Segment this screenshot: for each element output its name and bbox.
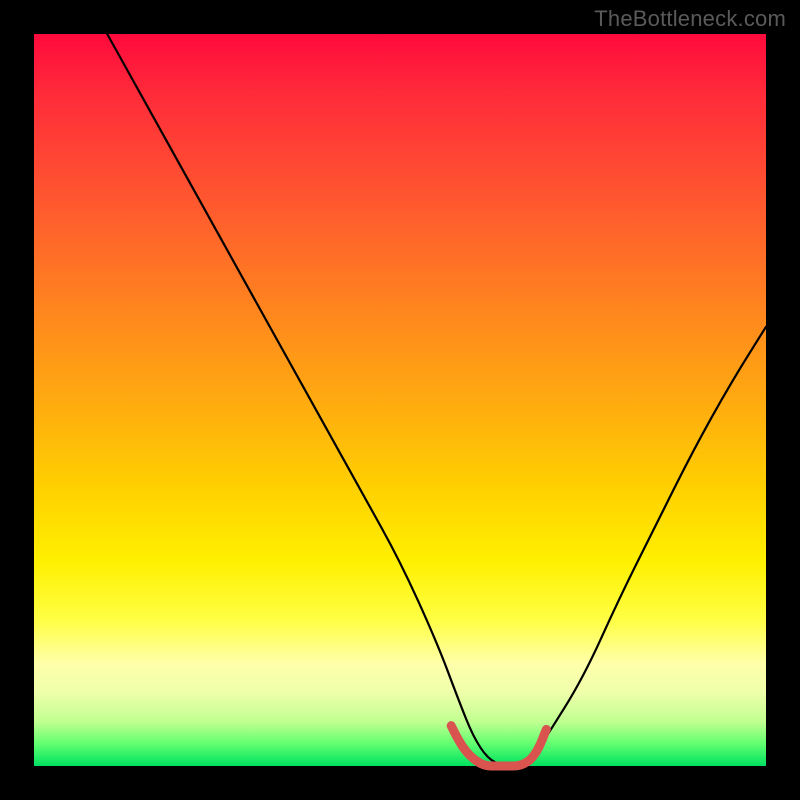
- chart-svg: [34, 34, 766, 766]
- plot-area: [34, 34, 766, 766]
- optimal-band: [451, 726, 546, 766]
- chart-frame: TheBottleneck.com: [0, 0, 800, 800]
- bottleneck-curve: [107, 34, 766, 766]
- watermark-text: TheBottleneck.com: [594, 6, 786, 32]
